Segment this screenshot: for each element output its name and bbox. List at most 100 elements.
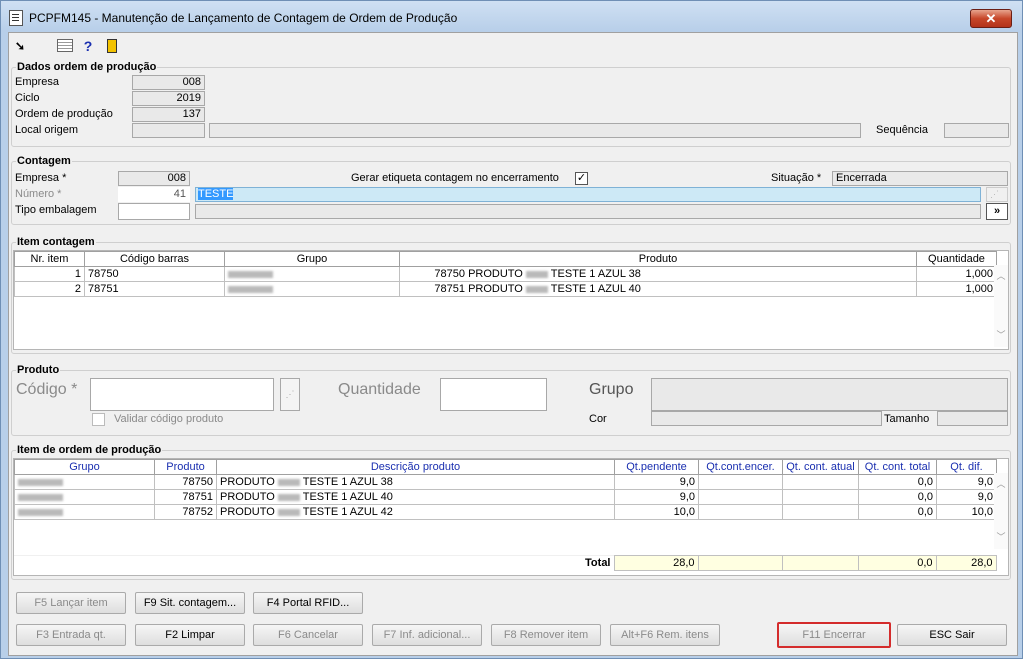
numero-field[interactable]: 41: [118, 187, 190, 202]
produto-cell: 78750: [154, 474, 217, 490]
qt-pendente-cell: 9,0: [614, 489, 699, 505]
descricao-lookup-button[interactable]: ⋰: [986, 187, 1008, 202]
empresa-label: Empresa: [15, 76, 60, 88]
entrada-qt-button[interactable]: F3 Entrada qt.: [16, 624, 126, 646]
ciclo-field[interactable]: 2019: [132, 91, 205, 106]
qt-cont-encer-cell: [698, 474, 783, 490]
scroll-up-icon[interactable]: ︿: [994, 477, 1008, 490]
sair-button[interactable]: ESC Sair: [897, 624, 1007, 646]
descricao-suffix: TESTE 1 AZUL 40: [302, 491, 393, 503]
quantidade-field[interactable]: [440, 378, 547, 411]
local-origem-code-field[interactable]: [132, 123, 205, 138]
col-codigo-barras[interactable]: Código barras: [84, 251, 225, 267]
cor-field[interactable]: [651, 411, 882, 426]
table-row[interactable]: 78751 PRODUTO TESTE 1 AZUL 40 9,0 0,0 9,…: [14, 489, 997, 505]
qt-cont-encer-cell: [698, 489, 783, 505]
redacted-grupo: [228, 270, 273, 278]
qt-dif-cell: 10,0: [936, 504, 997, 520]
inf-adicional-button[interactable]: F7 Inf. adicional...: [372, 624, 482, 646]
col-qt-cont-encer[interactable]: Qt.cont.encer.: [698, 459, 783, 475]
limpar-button[interactable]: F2 Limpar: [135, 624, 245, 646]
col-qt-cont-total[interactable]: Qt. cont. total: [858, 459, 937, 475]
item-contagem-grid[interactable]: Nr. item Código barras Grupo Produto Qua…: [13, 250, 1009, 350]
item-ordem-grid[interactable]: Grupo Produto Descrição produto Qt.pende…: [13, 458, 1009, 576]
situacao-field[interactable]: Encerrada: [832, 171, 1008, 186]
descricao-cell: PRODUTO TESTE 1 AZUL 42: [216, 504, 615, 520]
produto-suffix: TESTE 1 AZUL 40: [550, 283, 641, 295]
total-cont-total: 0,0: [857, 555, 937, 571]
col-qt-dif[interactable]: Qt. dif.: [936, 459, 997, 475]
item-ordem-scrollbar[interactable]: ︿ ﹀: [994, 473, 1008, 549]
col-grupo[interactable]: Grupo: [224, 251, 400, 267]
numero-label: Número *: [15, 188, 62, 200]
gerar-etiqueta-checkbox[interactable]: ✓: [575, 172, 588, 185]
cancelar-button[interactable]: F6 Cancelar: [253, 624, 363, 646]
produto-cell: 78752: [154, 504, 217, 520]
contagem-descricao-field[interactable]: TESTE: [195, 187, 981, 202]
col-produto[interactable]: Produto: [399, 251, 917, 267]
tamanho-label: Tamanho: [884, 413, 930, 425]
lancar-item-button[interactable]: F5 Lançar item: [16, 592, 126, 614]
col-quantidade[interactable]: Quantidade: [916, 251, 997, 267]
descricao-suffix: TESTE 1 AZUL 42: [302, 506, 393, 518]
remover-itens-button[interactable]: Alt+F6 Rem. itens: [610, 624, 720, 646]
close-button[interactable]: ✕: [970, 9, 1012, 28]
nr-item-cell: 1: [14, 266, 85, 282]
encerrar-button[interactable]: F11 Encerrar: [777, 622, 891, 648]
nr-item-cell: 2: [14, 281, 85, 297]
col-produto[interactable]: Produto: [154, 459, 217, 475]
title-bar: PCPFM145 - Manutenção de Lançamento de C…: [1, 1, 1022, 33]
redacted-text: [277, 508, 300, 516]
ordem-field[interactable]: 137: [132, 107, 205, 122]
redacted-text: [277, 478, 300, 486]
table-row[interactable]: 78750 PRODUTO TESTE 1 AZUL 38 9,0 0,0 9,…: [14, 474, 997, 490]
qt-dif-cell: 9,0: [936, 474, 997, 490]
local-origem-desc-field[interactable]: [209, 123, 861, 138]
tipo-embalagem-field[interactable]: [118, 203, 190, 220]
ciclo-label: Ciclo: [15, 92, 40, 104]
qt-cont-encer-cell: [698, 504, 783, 520]
qt-cont-atual-cell: [782, 489, 859, 505]
col-descricao[interactable]: Descrição produto: [216, 459, 615, 475]
qt-cont-atual-cell: [782, 504, 859, 520]
grupo-field[interactable]: [651, 378, 1008, 411]
produto-prefix: PRODUTO: [468, 283, 523, 295]
window-title: PCPFM145 - Manutenção de Lançamento de C…: [29, 11, 458, 25]
validar-codigo-checkbox[interactable]: [92, 413, 105, 426]
contagem-empresa-field[interactable]: 008: [118, 171, 190, 186]
item-ordem-legend: Item de ordem de produção: [17, 444, 162, 456]
scroll-down-icon[interactable]: ﹀: [994, 328, 1008, 341]
redacted-grupo: [18, 508, 63, 516]
grupo-cell: [224, 266, 400, 282]
sequencia-field[interactable]: [944, 123, 1009, 138]
more-button[interactable]: »: [986, 203, 1008, 220]
scroll-up-icon[interactable]: ︿: [994, 269, 1008, 282]
codigo-field[interactable]: [90, 378, 274, 411]
table-row[interactable]: 1 78750 78750 PRODUTO TESTE 1 AZUL 38 1,…: [14, 266, 997, 282]
exit-icon[interactable]: [104, 39, 120, 53]
table-row[interactable]: 2 78751 78751 PRODUTO TESTE 1 AZUL 40 1,…: [14, 281, 997, 297]
help-icon[interactable]: ?: [80, 39, 96, 53]
col-nr-item[interactable]: Nr. item: [14, 251, 85, 267]
grid-icon[interactable]: [57, 39, 73, 53]
empresa-field[interactable]: 008: [132, 75, 205, 90]
remover-item-button[interactable]: F8 Remover item: [491, 624, 601, 646]
table-row[interactable]: 78752 PRODUTO TESTE 1 AZUL 42 10,0 0,0 1…: [14, 504, 997, 520]
redacted-text: [525, 285, 548, 293]
item-contagem-scrollbar[interactable]: ︿ ﹀: [994, 265, 1008, 347]
quantidade-label: Quantidade: [338, 381, 421, 398]
cursor-icon[interactable]: ➘: [12, 39, 28, 53]
tamanho-field[interactable]: [937, 411, 1008, 426]
col-qt-cont-atual[interactable]: Qt. cont. atual: [782, 459, 859, 475]
col-grupo[interactable]: Grupo: [14, 459, 155, 475]
portal-rfid-button[interactable]: F4 Portal RFID...: [253, 592, 363, 614]
tipo-embalagem-label: Tipo embalagem: [15, 204, 97, 216]
codigo-lookup-button[interactable]: ⋰: [280, 378, 300, 411]
total-encer: [697, 555, 783, 571]
redacted-grupo: [228, 285, 273, 293]
scroll-down-icon[interactable]: ﹀: [994, 530, 1008, 543]
qt-cont-total-cell: 0,0: [858, 504, 937, 520]
sit-contagem-button[interactable]: F9 Sit. contagem...: [135, 592, 245, 614]
tipo-embalagem-desc-field[interactable]: [195, 204, 981, 219]
col-qt-pendente[interactable]: Qt.pendente: [614, 459, 699, 475]
